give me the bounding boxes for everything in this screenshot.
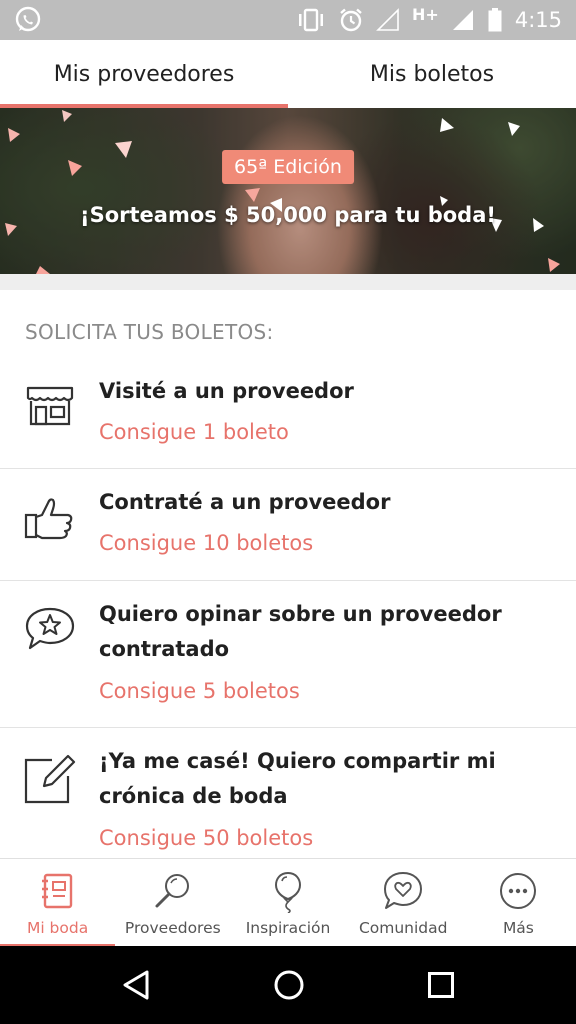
whatsapp-icon bbox=[15, 6, 41, 32]
status-left bbox=[14, 6, 42, 34]
section-divider bbox=[0, 274, 576, 290]
balloon-icon bbox=[274, 871, 302, 913]
nav-label: Inspiración bbox=[245, 919, 331, 937]
store-icon bbox=[26, 386, 74, 426]
item-title: Contraté a un proveedor bbox=[99, 490, 391, 514]
nav-label: Mi boda bbox=[26, 919, 89, 937]
edit-icon bbox=[24, 754, 76, 804]
status-time: 4:15 bbox=[514, 8, 562, 32]
heart-chat-icon bbox=[384, 872, 423, 909]
nav-inspiracion[interactable]: Inspiración bbox=[230, 859, 345, 946]
notebook-icon bbox=[41, 873, 72, 909]
recents-icon[interactable] bbox=[427, 971, 455, 999]
nav-mi-boda[interactable]: Mi boda bbox=[0, 859, 116, 947]
edition-badge: 65ª Edición bbox=[222, 150, 354, 184]
list-item-cronica[interactable]: ¡Ya me casé! Quiero compartir mi crónica… bbox=[0, 728, 576, 858]
banner-title: ¡Sorteamos $ 50,000 para tu boda! bbox=[80, 203, 496, 227]
confetti-decoration bbox=[5, 110, 560, 274]
item-reward: Consigue 50 boletos bbox=[99, 826, 314, 850]
top-tabs: Mis proveedores Mis boletos bbox=[0, 40, 576, 108]
tab-mis-boletos[interactable]: Mis boletos bbox=[288, 40, 576, 108]
battery-icon bbox=[488, 8, 502, 32]
back-icon[interactable] bbox=[121, 969, 151, 1001]
list-item-visite[interactable]: Visité a un proveedor Consigue 1 boleto bbox=[0, 358, 576, 469]
item-reward: Consigue 10 boletos bbox=[99, 531, 314, 555]
nav-label: Proveedores bbox=[124, 919, 221, 937]
nav-proveedores[interactable]: Proveedores bbox=[115, 859, 230, 946]
thumbs-up-icon bbox=[24, 498, 73, 540]
search-icon bbox=[155, 874, 189, 908]
list-item-contrate[interactable]: Contraté a un proveedor Consigue 10 bole… bbox=[0, 469, 576, 581]
alarm-icon bbox=[340, 8, 362, 32]
tab-mis-proveedores[interactable]: Mis proveedores bbox=[0, 40, 288, 108]
system-navigation-bar bbox=[0, 946, 576, 1024]
signal-full-icon bbox=[452, 10, 473, 30]
nav-mas[interactable]: Más bbox=[461, 859, 576, 946]
star-chat-icon bbox=[25, 607, 75, 650]
item-title: Visité a un proveedor bbox=[99, 379, 354, 403]
bottom-navigation: Mi boda Proveedores Inspiración Comunida… bbox=[0, 858, 576, 947]
item-title: Quiero opinar sobre un proveedor contrat… bbox=[99, 602, 502, 661]
item-reward: Consigue 5 boletos bbox=[99, 679, 300, 703]
signal-empty-icon bbox=[376, 8, 399, 31]
status-right: H+ 4:15 bbox=[296, 4, 562, 33]
more-icon bbox=[500, 873, 537, 909]
nav-comunidad[interactable]: Comunidad bbox=[346, 859, 461, 946]
network-type: H+ bbox=[412, 4, 439, 24]
nav-label: Más bbox=[502, 919, 534, 937]
tickets-list: SOLICITA TUS BOLETOS: Visité a un provee… bbox=[0, 290, 576, 858]
tab-label: Mis proveedores bbox=[53, 61, 235, 87]
list-item-opinar[interactable]: Quiero opinar sobre un proveedor contrat… bbox=[0, 581, 576, 728]
item-reward: Consigue 1 boleto bbox=[99, 420, 289, 444]
item-title: ¡Ya me casé! Quiero compartir mi crónica… bbox=[99, 749, 496, 808]
nav-label: Comunidad bbox=[358, 919, 448, 937]
tab-label: Mis boletos bbox=[369, 61, 495, 87]
raffle-banner[interactable]: 65ª Edición ¡Sorteamos $ 50,000 para tu … bbox=[0, 108, 576, 274]
vibrate-icon bbox=[299, 8, 324, 32]
section-title: SOLICITA TUS BOLETOS: bbox=[25, 320, 274, 344]
status-bar: H+ 4:15 bbox=[0, 0, 576, 40]
home-icon[interactable] bbox=[273, 969, 305, 1001]
